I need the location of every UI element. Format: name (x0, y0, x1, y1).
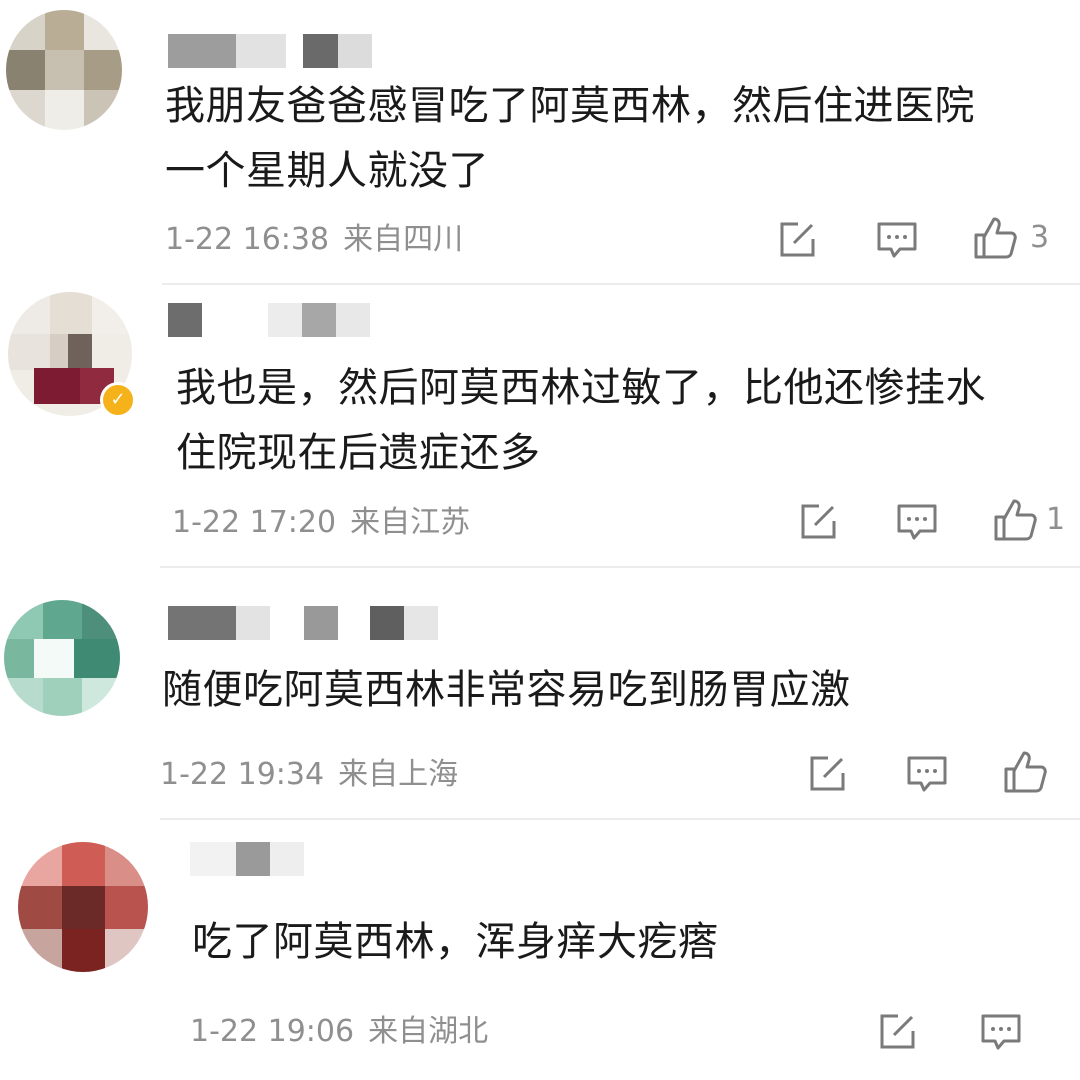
like-button[interactable] (1002, 750, 1060, 794)
avatar-pixel (50, 292, 92, 334)
comment-text: 住院现在后遗症还多 (176, 430, 541, 476)
avatar-pixel (4, 600, 43, 639)
avatar-pixel (45, 90, 84, 130)
avatar-pixel (34, 368, 80, 404)
username-redacted[interactable] (168, 606, 448, 642)
like-button[interactable]: 3 (972, 216, 1049, 260)
avatar-pixel (62, 842, 105, 886)
avatar-pixel (62, 886, 105, 929)
thumbs-up-icon (994, 499, 1037, 541)
divider (162, 283, 1080, 285)
comment-bubble-icon (907, 756, 947, 792)
comment-time: 1-22 19:34 (160, 757, 325, 792)
avatar-pixel (105, 929, 148, 972)
thumbs-up-icon (974, 217, 1017, 259)
avatar-pixel (4, 678, 43, 716)
comment-meta: 1-22 16:38 来自四川 (165, 220, 463, 260)
avatar-pixel (105, 886, 148, 929)
share-edit-icon (801, 504, 836, 539)
avatar-pixel (84, 90, 122, 130)
comment-location: 来自四川 (343, 222, 464, 257)
comment-time: 1-22 17:20 (172, 505, 337, 540)
comment-meta: 1-22 17:20 来自江苏 (172, 503, 470, 543)
comment-location: 来自江苏 (350, 505, 471, 540)
comment-text: 我朋友爸爸感冒吃了阿莫西林，然后住进医院 (165, 83, 975, 129)
avatar-pixel (74, 639, 120, 678)
username-redacted[interactable] (168, 303, 408, 339)
avatar-pixel (43, 678, 82, 716)
repost-button[interactable] (776, 218, 818, 262)
avatar-pixel (43, 600, 82, 639)
avatar-pixel (62, 929, 105, 972)
comment-location: 来自上海 (338, 757, 459, 792)
avatar-pixel (84, 50, 122, 90)
comment-bubble-icon (877, 222, 917, 258)
comment-meta: 1-22 19:06 来自湖北 (190, 1012, 488, 1052)
divider (160, 566, 1080, 568)
comment-time: 1-22 16:38 (165, 222, 330, 257)
share-edit-icon (780, 222, 815, 257)
comment-text: 一个星期人就没了 (165, 148, 489, 194)
like-count: 3 (1030, 220, 1050, 255)
repost-button[interactable] (806, 752, 848, 796)
avatar-pixel (6, 50, 45, 90)
avatar-pixel (18, 886, 62, 929)
reply-button[interactable] (896, 500, 938, 544)
reply-button[interactable] (906, 752, 948, 796)
avatar[interactable] (6, 10, 122, 130)
comment-bubble-icon (897, 504, 937, 540)
comment-meta: 1-22 19:34 来自上海 (160, 755, 458, 795)
comment-text: 我也是，然后阿莫西林过敏了，比他还惨挂水 (176, 365, 986, 411)
avatar-pixel (6, 90, 45, 130)
avatar-pixel (34, 639, 74, 679)
avatar-pixel (84, 10, 122, 50)
avatar-pixel (105, 842, 148, 886)
comment-text: 随便吃阿莫西林非常容易吃到肠胃应激 (162, 667, 851, 713)
avatar-pixel (8, 334, 50, 370)
repost-button[interactable] (797, 500, 839, 544)
share-edit-icon (880, 1014, 915, 1049)
avatar-pixel (8, 292, 50, 334)
avatar-pixel (18, 842, 62, 886)
username-redacted[interactable] (168, 34, 378, 70)
avatar-pixel (92, 292, 132, 334)
avatar[interactable] (4, 600, 120, 716)
username-redacted[interactable] (190, 838, 330, 888)
like-button[interactable]: 1 (992, 498, 1065, 542)
comment-bubble-icon (981, 1014, 1021, 1050)
avatar-pixel (45, 10, 84, 50)
verified-badge-icon: ✓ (100, 382, 136, 418)
avatar[interactable] (18, 842, 148, 972)
comment-location: 来自湖北 (368, 1014, 489, 1049)
repost-button[interactable] (876, 1010, 918, 1054)
thumbs-up-icon (1004, 751, 1047, 793)
like-count: 1 (1046, 502, 1066, 537)
comment-time: 1-22 19:06 (190, 1014, 355, 1049)
avatar-pixel (6, 10, 45, 50)
comment-text: 吃了阿莫西林，浑身痒大疙瘩 (192, 919, 719, 965)
avatar-pixel (82, 678, 120, 716)
avatar-pixel (45, 50, 84, 90)
share-edit-icon (810, 756, 845, 791)
avatar-pixel (82, 600, 120, 639)
reply-button[interactable] (980, 1010, 1022, 1054)
avatar-pixel (92, 334, 132, 370)
reply-button[interactable] (876, 218, 918, 262)
divider (160, 818, 1080, 820)
avatar-pixel (18, 929, 62, 972)
